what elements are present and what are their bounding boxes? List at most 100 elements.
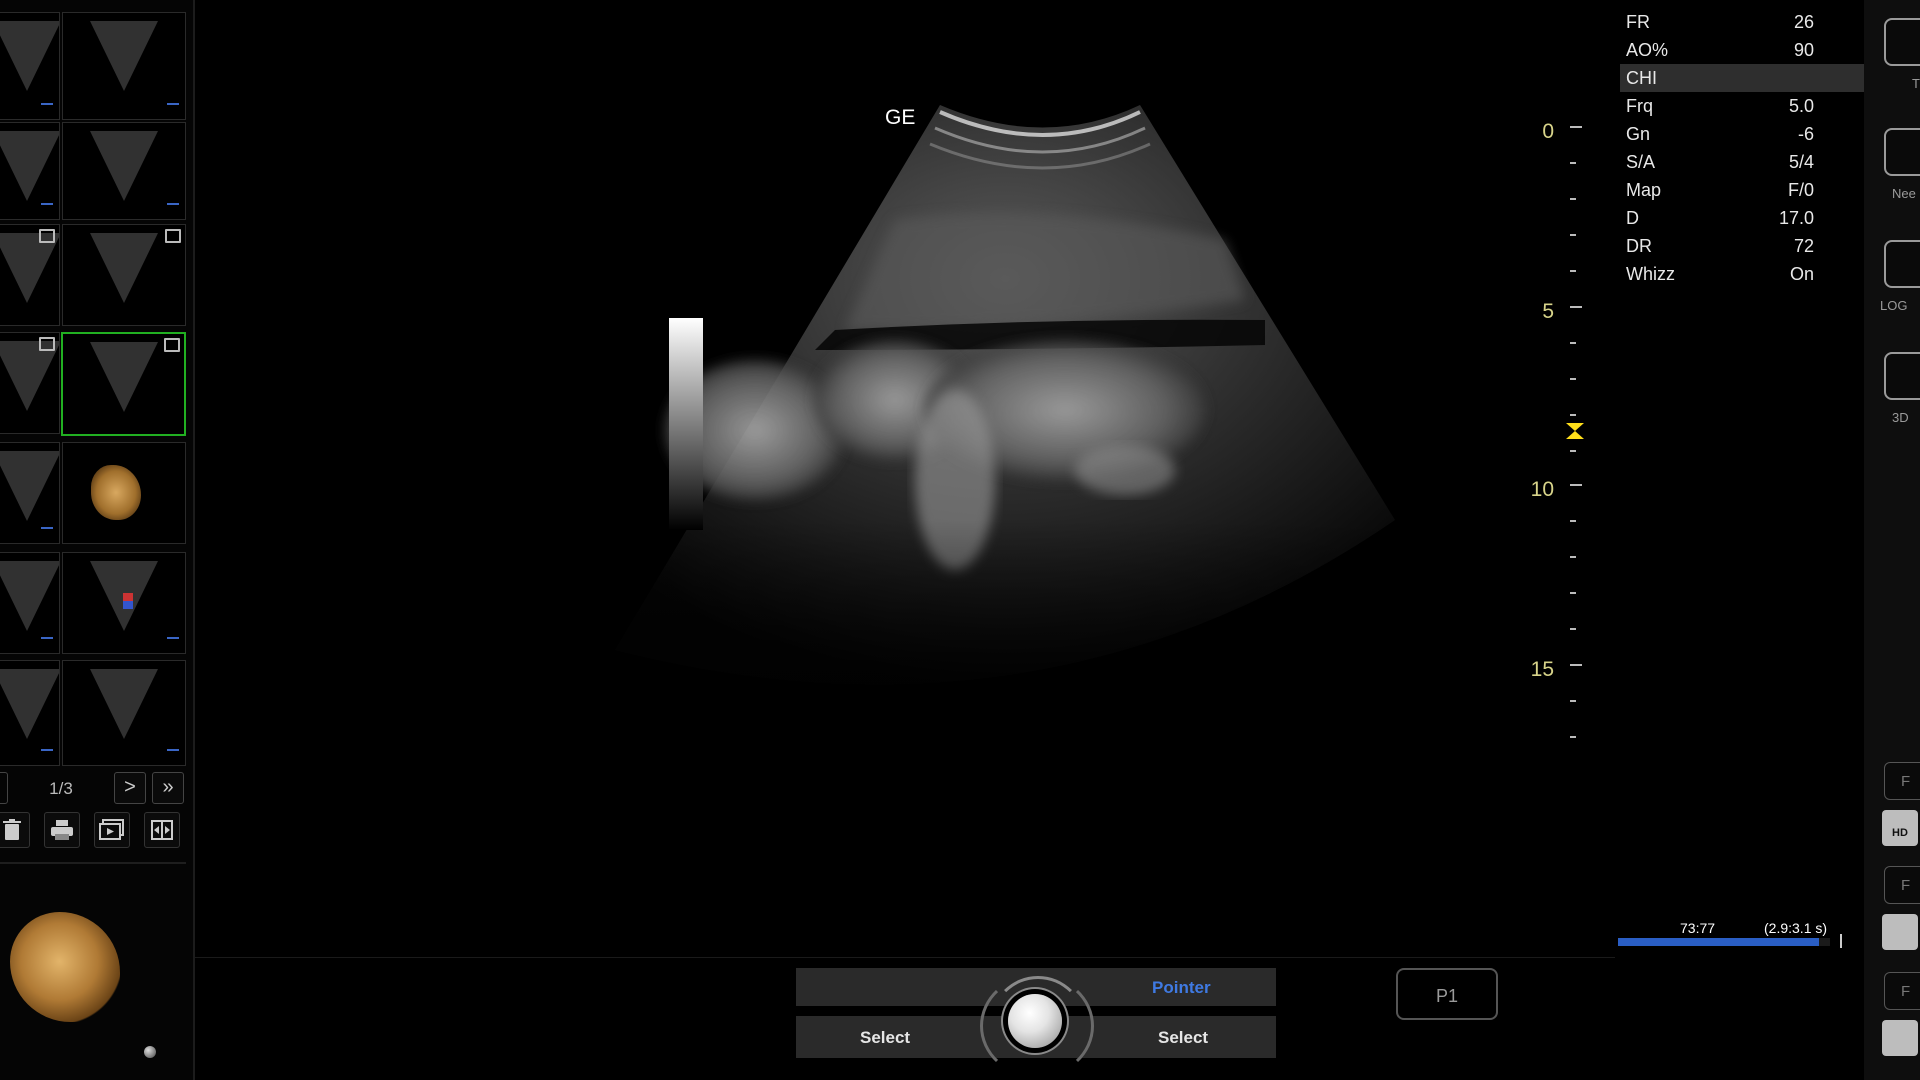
major-tick xyxy=(1570,306,1582,308)
p1-button[interactable]: P1 xyxy=(1396,968,1498,1020)
delete-button[interactable] xyxy=(0,812,30,848)
control-label: LOGI xyxy=(1880,298,1908,313)
trackball-ball xyxy=(1008,994,1062,1048)
function-button[interactable]: F xyxy=(1884,866,1920,904)
param-name: S/A xyxy=(1626,152,1656,172)
param-name: FR xyxy=(1626,12,1650,32)
param-row-sa: S/A 5/4 xyxy=(1620,148,1865,176)
minor-tick xyxy=(1570,414,1576,416)
param-value: 72 xyxy=(1793,236,1814,256)
cine-film-icon xyxy=(39,337,55,351)
thumbnail[interactable] xyxy=(0,660,60,766)
param-value: 5.0 xyxy=(1788,96,1814,116)
minor-tick xyxy=(1570,198,1576,200)
clip-icon xyxy=(99,819,124,840)
param-value: 17.0 xyxy=(1778,208,1814,228)
select-left-button[interactable]: Select xyxy=(860,1028,910,1048)
thumbnail[interactable] xyxy=(0,122,60,220)
minor-tick xyxy=(1570,162,1576,164)
ultrasound-image-area[interactable]: GE xyxy=(195,0,1615,960)
minor-tick xyxy=(1570,342,1576,344)
minor-tick xyxy=(1570,270,1576,272)
thumbnail[interactable] xyxy=(62,122,186,220)
thumbnail-selected[interactable] xyxy=(61,332,186,436)
thumbnail-cine[interactable] xyxy=(62,224,186,326)
3d-preview[interactable] xyxy=(0,870,186,1076)
thumbnail[interactable] xyxy=(62,660,186,766)
param-name: Whizz xyxy=(1626,264,1675,284)
major-tick xyxy=(1570,484,1582,486)
thumbnail[interactable] xyxy=(62,12,186,120)
thumbnail[interactable] xyxy=(0,442,60,544)
thumbnail-3d[interactable] xyxy=(62,442,186,544)
param-name: Frq xyxy=(1626,96,1653,116)
focus-hourglass-icon[interactable] xyxy=(1565,422,1585,443)
save-hd-icon[interactable] xyxy=(1882,1020,1918,1056)
control-button[interactable] xyxy=(1884,18,1920,66)
depth-label: 10 xyxy=(1530,478,1554,501)
thumbnail-cine[interactable] xyxy=(0,224,60,326)
param-name: Map xyxy=(1626,180,1662,200)
thumbnail-tools xyxy=(0,812,186,848)
param-value: 5/4 xyxy=(1788,152,1814,172)
cine-film-icon xyxy=(165,229,181,243)
control-button[interactable] xyxy=(1884,240,1920,288)
minor-tick xyxy=(1570,378,1576,380)
ultrasound-screen: 1/3 > » GE 0 5 10 15 FR 26 AO% 90 CHI Fr… xyxy=(0,0,1920,1080)
chevron-right-icon: > xyxy=(124,776,136,798)
param-row-whizz: Whizz On xyxy=(1620,260,1865,288)
control-label: 3D xyxy=(1892,410,1909,425)
control-label: Nee xyxy=(1892,186,1916,201)
3d-orientation-icon xyxy=(144,1046,156,1058)
control-label: T xyxy=(1912,76,1920,91)
depth-label: 15 xyxy=(1530,658,1554,681)
trackball-icon[interactable] xyxy=(976,968,1096,1078)
param-row-ao: AO% 90 xyxy=(1620,36,1865,64)
save-hd-icon[interactable]: HD xyxy=(1882,810,1918,846)
print-button[interactable] xyxy=(44,812,80,848)
param-value: 26 xyxy=(1793,12,1814,32)
save-hd-icon[interactable] xyxy=(1882,914,1918,950)
param-row-gn: Gn -6 xyxy=(1620,120,1865,148)
clip-button[interactable] xyxy=(94,812,130,848)
major-tick xyxy=(1570,664,1582,666)
thumbnail-panel: 1/3 > » xyxy=(0,0,195,1080)
cine-progress-fill xyxy=(1618,938,1820,946)
probe-orientation-label: GE xyxy=(885,106,916,129)
cine-film-icon xyxy=(164,338,180,352)
previous-page-button[interactable] xyxy=(0,772,8,804)
param-name: CHI xyxy=(1626,68,1657,88)
param-row-fr: FR 26 xyxy=(1620,8,1865,36)
function-button[interactable]: F xyxy=(1884,972,1920,1010)
param-name: Gn xyxy=(1626,124,1651,144)
grayscale-bar xyxy=(669,318,703,530)
divider xyxy=(0,862,186,864)
cine-frame-counter: 73:77 xyxy=(1680,920,1716,936)
control-button[interactable] xyxy=(1884,352,1920,400)
next-page-button[interactable]: > xyxy=(114,772,146,804)
compare-button[interactable] xyxy=(144,812,180,848)
minor-tick xyxy=(1570,556,1576,558)
thumbnail-pager: 1/3 > » xyxy=(0,772,186,806)
3d-render-thumbnail xyxy=(10,912,120,1022)
thumbnail-color-doppler[interactable] xyxy=(62,552,186,654)
pointer-button[interactable]: Pointer xyxy=(1152,978,1211,998)
last-page-button[interactable]: » xyxy=(152,772,184,804)
control-button[interactable] xyxy=(1884,128,1920,176)
trash-icon xyxy=(3,819,21,840)
cine-end-marker xyxy=(1840,934,1842,948)
minor-tick xyxy=(1570,628,1576,630)
thumbnail[interactable] xyxy=(0,12,60,120)
compare-icon xyxy=(151,820,173,840)
cine-loop-bar[interactable]: 73:77 (2.9:3.1 s) xyxy=(1618,914,1843,954)
function-button[interactable]: F xyxy=(1884,762,1920,800)
param-value: -6 xyxy=(1797,124,1814,144)
right-control-strip: T Nee LOGI 3D F HD F F xyxy=(1864,0,1920,1080)
param-row-frq: Frq 5.0 xyxy=(1620,92,1865,120)
print-icon xyxy=(51,820,73,840)
param-row-chi: CHI xyxy=(1620,64,1865,92)
cine-progress-track[interactable] xyxy=(1618,938,1830,946)
thumbnail-cine[interactable] xyxy=(0,332,60,434)
thumbnail[interactable] xyxy=(0,552,60,654)
select-right-button[interactable]: Select xyxy=(1158,1028,1208,1048)
